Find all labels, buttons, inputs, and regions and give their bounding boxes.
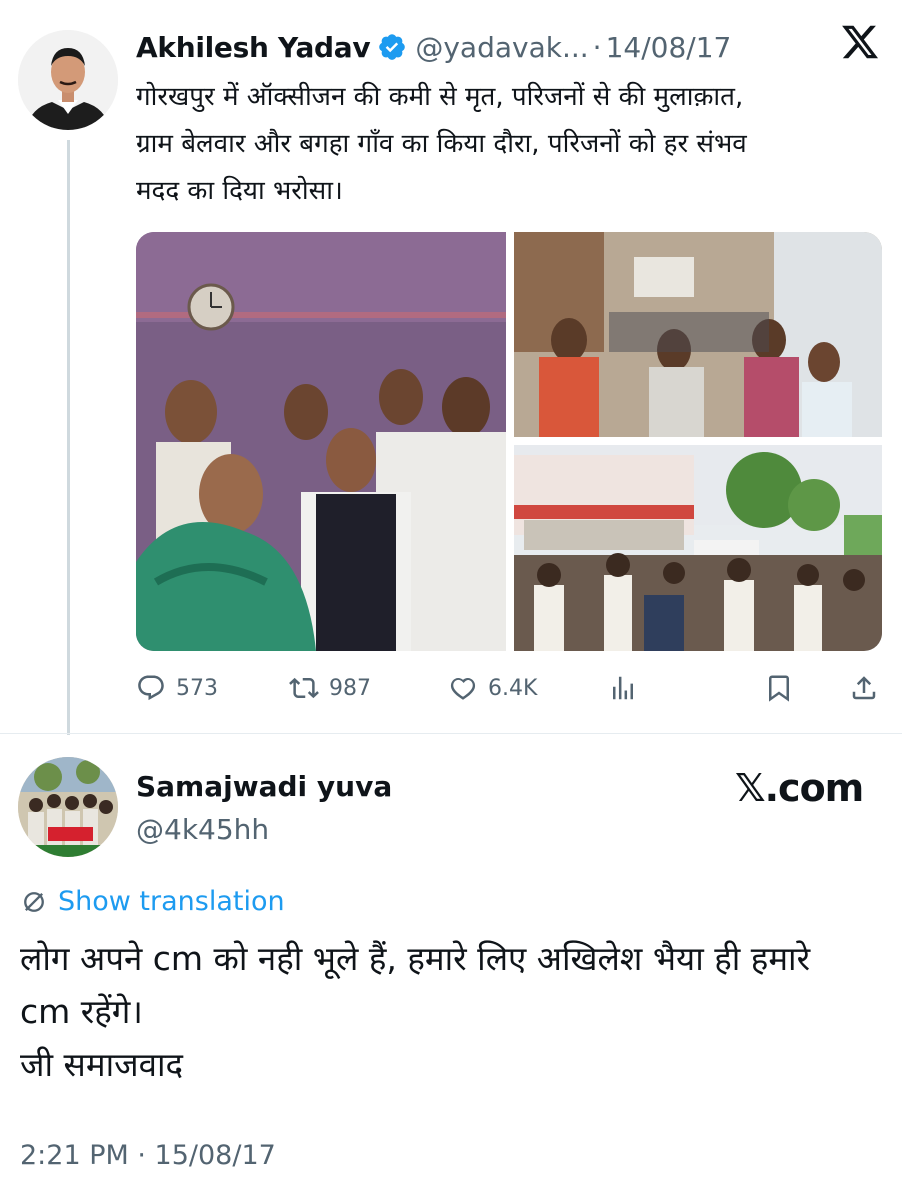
reply-timestamp[interactable]: 2:21 PM · 15/08/17 <box>20 1140 276 1171</box>
photo-village-lane[interactable] <box>514 232 882 437</box>
like-count: 6.4K <box>488 675 538 701</box>
repost-icon <box>289 677 319 699</box>
author-avatar[interactable] <box>18 30 118 130</box>
tweet-action-bar: 573 987 6.4K <box>136 668 882 708</box>
tweet-date[interactable]: 14/08/17 <box>606 31 732 64</box>
x-logo-icon[interactable] <box>840 22 880 62</box>
tweet-text: गोरखपुर में ऑक्सीजन की कमी से मृत, परिजन… <box>136 82 747 206</box>
reply-icon <box>138 675 164 701</box>
tweet-media-grid[interactable] <box>136 232 882 651</box>
separator-dot: · <box>592 30 602 64</box>
show-translation-label: Show translation <box>58 886 285 917</box>
tweet-divider <box>0 733 902 734</box>
reply-text: लोग अपने cm को नही भूले हैं, हमारे लिए अ… <box>20 939 811 1084</box>
like-icon <box>450 677 476 700</box>
share-icon <box>852 676 876 700</box>
bookmark-button[interactable] <box>764 668 794 708</box>
thread-connector-line <box>67 140 70 735</box>
like-button[interactable]: 6.4K <box>448 668 537 708</box>
translate-icon <box>24 891 44 912</box>
tweet-header: Akhilesh Yadav @yadavak... · 14/08/17 <box>136 26 876 68</box>
views-button[interactable] <box>608 668 638 708</box>
repost-button[interactable]: 987 <box>289 668 371 708</box>
author-name[interactable]: Akhilesh Yadav <box>136 31 371 64</box>
show-translation-link[interactable]: Show translation <box>20 886 285 917</box>
photo-indoor-meeting[interactable] <box>136 232 506 651</box>
x-com-brand: 𝕏.com <box>735 766 864 810</box>
reply-button[interactable]: 573 <box>136 668 218 708</box>
reply-count: 573 <box>176 675 218 701</box>
reply-author-name[interactable]: Samajwadi yuva <box>136 770 392 803</box>
bookmark-icon <box>769 675 789 702</box>
author-handle[interactable]: @yadavak... <box>415 31 588 64</box>
reply-author-handle[interactable]: @4k45hh <box>136 813 269 846</box>
verified-badge-icon[interactable] <box>377 32 407 62</box>
views-icon <box>613 676 633 700</box>
reply-author-avatar[interactable] <box>18 757 118 857</box>
share-button[interactable] <box>849 668 879 708</box>
repost-count: 987 <box>329 675 371 701</box>
photo-crowd-outside[interactable] <box>514 445 882 651</box>
